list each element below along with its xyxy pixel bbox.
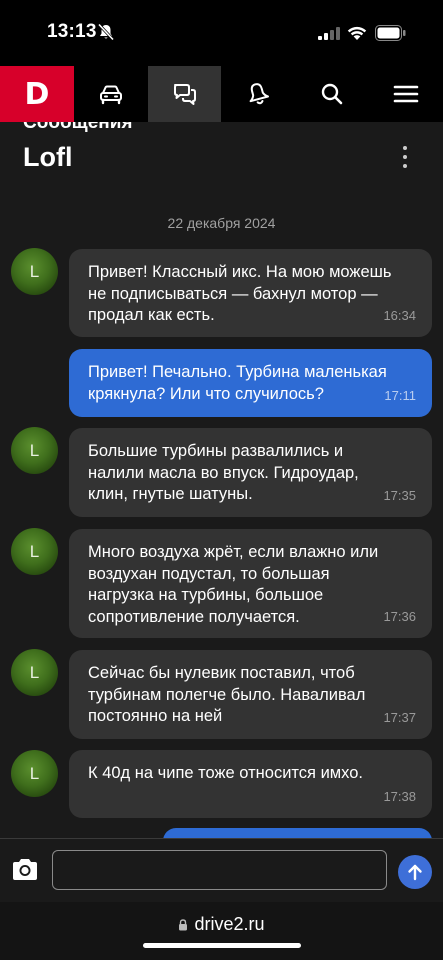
- message-composer: [0, 838, 443, 902]
- message-incoming[interactable]: К 40д на чипе тоже относится имхо. 17:38: [69, 750, 432, 818]
- message-outgoing-partial[interactable]: [163, 828, 432, 838]
- message-text: Привет! Печально. Турбина маленькая кряк…: [88, 363, 387, 403]
- avatar[interactable]: L: [11, 750, 58, 797]
- nav-notifications[interactable]: [221, 66, 295, 122]
- message-text: Сейчас бы нулевик поставил, чтоб турбина…: [88, 664, 366, 725]
- home-indicator[interactable]: [143, 943, 301, 948]
- chat-title[interactable]: Lofl: [23, 142, 72, 173]
- message-time: 16:34: [383, 307, 416, 323]
- message-time: 17:36: [383, 608, 416, 624]
- message-outgoing[interactable]: Привет! Печально. Турбина маленькая кряк…: [69, 349, 432, 417]
- cellular-signal-icon: [318, 27, 340, 40]
- logo-text: D: [24, 76, 50, 112]
- bell-off-icon: [97, 23, 115, 41]
- avatar-initial: L: [29, 261, 40, 281]
- section-heading: Сообщения: [23, 122, 133, 133]
- url-display[interactable]: drive2.ru: [0, 914, 443, 935]
- avatar-initial: L: [29, 541, 40, 561]
- avatar-initial: L: [29, 763, 40, 783]
- lock-icon: [179, 919, 188, 931]
- message-time: 17:11: [384, 387, 416, 403]
- nav-messages[interactable]: [147, 66, 222, 122]
- menu-icon: [393, 85, 419, 103]
- message-incoming[interactable]: Сейчас бы нулевик поставил, чтоб турбина…: [69, 650, 432, 739]
- chat-icon: [173, 84, 196, 105]
- avatar[interactable]: L: [11, 528, 58, 575]
- browser-url-bar[interactable]: drive2.ru: [0, 902, 443, 960]
- wifi-icon: [347, 26, 367, 40]
- nav-garage[interactable]: [74, 66, 148, 122]
- battery-icon: [375, 25, 406, 41]
- message-text: Привет! Классный икс. На мою можешь не п…: [88, 263, 392, 324]
- date-separator: 22 декабря 2024: [167, 215, 276, 231]
- send-button[interactable]: [398, 855, 432, 889]
- bell-icon: [249, 83, 270, 105]
- chat-area[interactable]: Сообщения Lofl 22 декабря 2024 L Привет!…: [0, 122, 443, 838]
- message-incoming[interactable]: Привет! Классный икс. На мою можешь не п…: [69, 249, 432, 337]
- nav-search[interactable]: [295, 66, 369, 122]
- message-time: 17:35: [383, 487, 416, 503]
- avatar[interactable]: L: [11, 649, 58, 696]
- top-nav: D: [0, 66, 443, 122]
- url-text: drive2.ru: [194, 914, 265, 934]
- message-input[interactable]: [52, 850, 387, 890]
- message-incoming[interactable]: Много воздуха жрёт, если влажно или возд…: [69, 529, 432, 638]
- arrow-up-icon: [408, 864, 422, 881]
- car-icon: [99, 85, 122, 105]
- message-time: 17:38: [383, 788, 416, 804]
- message-incoming[interactable]: Большие турбины развалились и налили мас…: [69, 428, 432, 517]
- message-time: 17:37: [383, 709, 416, 725]
- status-time: 13:13: [47, 21, 97, 42]
- search-icon: [322, 83, 343, 105]
- avatar[interactable]: L: [11, 248, 58, 295]
- status-bar: 13:13: [0, 0, 443, 66]
- drive2-logo[interactable]: D: [0, 66, 74, 122]
- message-text: Много воздуха жрёт, если влажно или возд…: [88, 543, 379, 626]
- avatar[interactable]: L: [11, 427, 58, 474]
- nav-menu[interactable]: [369, 66, 443, 122]
- more-options-icon[interactable]: [395, 144, 415, 170]
- avatar-initial: L: [29, 440, 40, 460]
- camera-icon[interactable]: [10, 856, 40, 884]
- avatar-initial: L: [29, 662, 40, 682]
- message-text: Большие турбины развалились и налили мас…: [88, 442, 359, 503]
- message-text: К 40д на чипе тоже относится имхо.: [88, 764, 363, 782]
